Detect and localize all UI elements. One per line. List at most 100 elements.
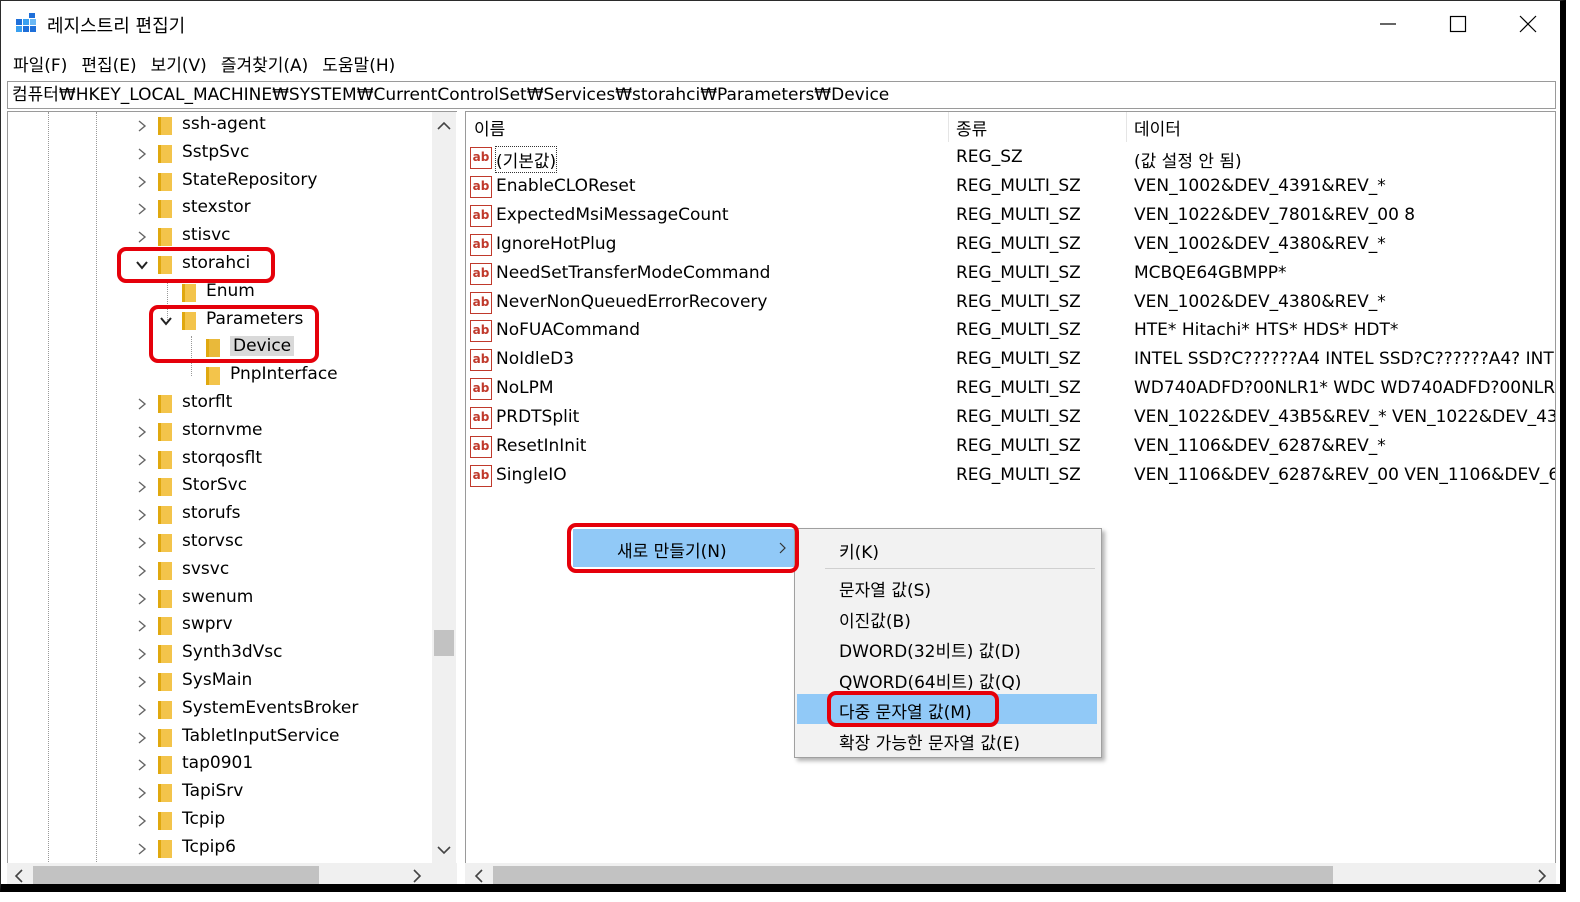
tree-item[interactable]: storufs xyxy=(8,501,438,529)
value-name: NoIdleD3 xyxy=(496,349,575,370)
scroll-down-icon[interactable] xyxy=(432,838,456,862)
chevron-right-icon[interactable] xyxy=(134,452,150,468)
chevron-right-icon[interactable] xyxy=(134,535,150,551)
chevron-right-icon[interactable] xyxy=(134,424,150,440)
value-row[interactable]: ab IgnoreHotPlug REG_MULTI_SZ VEN_1002&DEV_… xyxy=(466,231,1555,260)
string-value-icon: ab xyxy=(470,320,492,343)
submenu-item-dword[interactable]: DWORD(32비트) 값(D) xyxy=(797,633,1097,663)
tree-item[interactable]: StateRepository xyxy=(8,168,438,196)
tree-item[interactable]: storqosflt xyxy=(8,446,438,474)
chevron-right-icon[interactable] xyxy=(134,702,150,718)
value-row[interactable]: ab NoIdleD3 REG_MULTI_SZ INTEL SSD?C??????A… xyxy=(466,346,1555,375)
value-row[interactable]: ab ResetInInit REG_MULTI_SZ VEN_1106&DEV_62… xyxy=(466,433,1555,462)
tree-item[interactable]: TapiSrv xyxy=(8,779,438,807)
highlight-multi-string xyxy=(827,691,999,727)
menu-favorites[interactable]: 즐겨찾기(A) xyxy=(214,49,315,79)
value-name: NeverNonQueuedErrorRecovery xyxy=(496,291,768,312)
chevron-right-icon[interactable] xyxy=(134,507,150,523)
list-header: 이름 종류 데이터 xyxy=(466,112,1555,142)
tree-scroll-thumb[interactable] xyxy=(434,630,454,656)
tree-item[interactable]: storflt xyxy=(8,390,438,418)
tree-item[interactable]: TabletInputService xyxy=(8,724,438,752)
chevron-right-icon[interactable] xyxy=(134,563,150,579)
tree-item[interactable]: tap0901 xyxy=(8,751,438,779)
chevron-right-icon[interactable] xyxy=(134,618,150,634)
submenu-item-qword[interactable]: QWORD(64비트) 값(Q) xyxy=(797,664,1097,694)
column-header-type[interactable]: 종류 xyxy=(956,115,987,140)
string-value-icon: ab xyxy=(470,436,492,458)
maximize-button[interactable] xyxy=(1433,5,1483,43)
chevron-right-icon[interactable] xyxy=(134,174,150,190)
chevron-right-icon[interactable] xyxy=(134,591,150,607)
chevron-right-icon[interactable] xyxy=(134,229,150,245)
minimize-button[interactable] xyxy=(1363,5,1413,43)
scroll-left-icon[interactable] xyxy=(7,864,31,888)
value-row[interactable]: ab (기본값) REG_SZ (값 설정 안 됨) xyxy=(466,144,1555,173)
submenu-item-string[interactable]: 문자열 값(S) xyxy=(797,572,1097,602)
chevron-right-icon[interactable] xyxy=(134,118,150,134)
tree-horizontal-scrollbar[interactable] xyxy=(7,863,429,888)
chevron-right-icon[interactable] xyxy=(134,479,150,495)
tree-item[interactable]: ssh-agent xyxy=(8,112,438,140)
tree-vertical-scrollbar[interactable] xyxy=(432,112,456,864)
submenu-item-expandable-string[interactable]: 확장 가능한 문자열 값(E) xyxy=(797,725,1097,755)
tree-item-label: Synth3dVsc xyxy=(182,642,283,663)
value-row[interactable]: ab NoLPM REG_MULTI_SZ WD740ADFD?00NLR1* WDC… xyxy=(466,375,1556,404)
value-data: WD740ADFD?00NLR1* WDC WD740ADFD?00NLR1* xyxy=(1134,378,1556,399)
column-header-name[interactable]: 이름 xyxy=(474,115,505,140)
value-row[interactable]: ab SingleIO REG_MULTI_SZ VEN_1106&DEV_6287&… xyxy=(466,462,1555,491)
menu-help[interactable]: 도움말(H) xyxy=(315,49,402,79)
tree-item[interactable]: Synth3dVsc xyxy=(8,640,438,668)
tree-item[interactable]: stexstor xyxy=(8,195,438,223)
scroll-right-icon[interactable] xyxy=(1530,864,1554,888)
chevron-right-icon[interactable] xyxy=(134,646,150,662)
column-header-data[interactable]: 데이터 xyxy=(1134,115,1181,140)
tree-item[interactable]: Tcpip6 xyxy=(8,835,438,863)
submenu-item-binary[interactable]: 이진값(B) xyxy=(797,603,1097,633)
string-value-icon: ab xyxy=(470,147,492,169)
tree-item[interactable]: StorSvc xyxy=(8,473,438,501)
tree-hscroll-thumb[interactable] xyxy=(33,866,319,884)
chevron-right-icon[interactable] xyxy=(134,841,150,857)
list-hscroll-thumb[interactable] xyxy=(493,866,1333,884)
value-row[interactable]: ab NeverNonQueuedErrorRecovery REG_MULTI_S… xyxy=(466,289,1555,318)
chevron-right-icon[interactable] xyxy=(134,757,150,773)
tree-item[interactable]: storvsc xyxy=(8,529,438,557)
menu-view[interactable]: 보기(V) xyxy=(144,49,214,79)
tree-item[interactable]: SstpSvc xyxy=(8,140,438,168)
tree-item[interactable]: SystemEventsBroker xyxy=(8,696,438,724)
tree-item[interactable]: SysMain xyxy=(8,668,438,696)
chevron-right-icon[interactable] xyxy=(134,674,150,690)
value-row[interactable]: ab ExpectedMsiMessageCount REG_MULTI_SZ VEN… xyxy=(466,202,1555,231)
tree-item-label: stexstor xyxy=(182,197,251,218)
tree-item[interactable]: PnpInterface xyxy=(8,362,438,390)
scroll-up-icon[interactable] xyxy=(432,114,456,138)
chevron-right-icon[interactable] xyxy=(134,146,150,162)
value-row[interactable]: ab NeedSetTransferModeCommand REG_MULTI_SZ… xyxy=(466,260,1555,289)
tree-item[interactable]: stornvme xyxy=(8,418,438,446)
pane-splitter[interactable] xyxy=(457,111,465,884)
close-button[interactable] xyxy=(1503,5,1553,43)
value-row[interactable]: ab PRDTSplit REG_MULTI_SZ VEN_1022&DEV_43B5… xyxy=(466,404,1555,433)
chevron-right-icon[interactable] xyxy=(134,813,150,829)
chevron-right-icon[interactable] xyxy=(134,785,150,801)
tree-item-label: SstpSvc xyxy=(182,141,250,162)
menu-edit[interactable]: 편집(E) xyxy=(74,49,143,79)
tree-item[interactable]: swprv xyxy=(8,612,438,640)
value-row[interactable]: ab EnableCLOReset REG_MULTI_SZ VEN_1002&DEV… xyxy=(466,173,1555,202)
scroll-left-icon[interactable] xyxy=(467,864,491,888)
address-bar[interactable]: 컴퓨터₩HKEY_LOCAL_MACHINE₩SYSTEM₩CurrentCon… xyxy=(7,81,1556,109)
list-horizontal-scrollbar[interactable] xyxy=(465,863,1556,888)
value-data: HTE* Hitachi* HTS* HDS* HDT* xyxy=(1134,320,1399,341)
tree-item[interactable]: Tcpip xyxy=(8,807,438,835)
chevron-right-icon[interactable] xyxy=(134,730,150,746)
submenu-item-key[interactable]: 키(K) xyxy=(797,534,1097,564)
menu-separator xyxy=(825,568,1095,569)
value-row[interactable]: ab NoFUACommand REG_MULTI_SZ HTE* Hitachi* … xyxy=(466,317,1555,346)
tree-item[interactable]: swenum xyxy=(8,585,438,613)
chevron-right-icon[interactable] xyxy=(134,201,150,217)
tree-item[interactable]: svsvc xyxy=(8,557,438,585)
menu-file[interactable]: 파일(F) xyxy=(1,49,74,79)
scroll-right-icon[interactable] xyxy=(405,864,429,888)
chevron-right-icon[interactable] xyxy=(134,396,150,412)
